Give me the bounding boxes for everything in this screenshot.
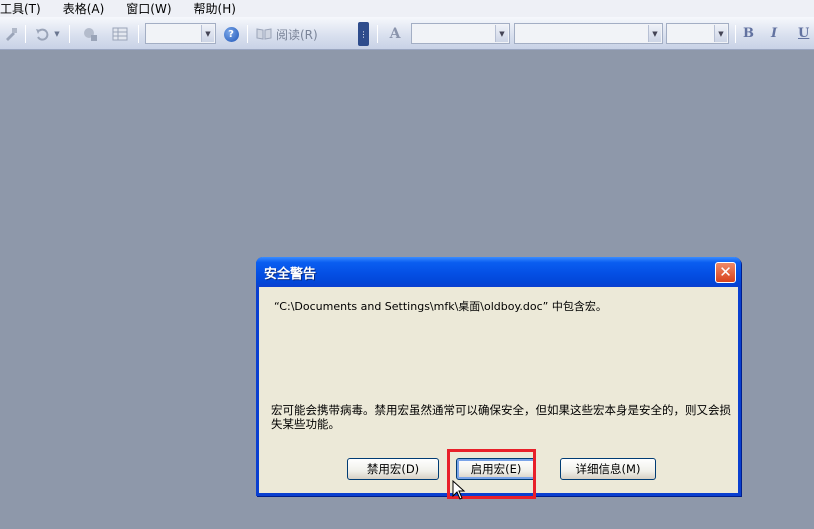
macro-risk-message: 宏可能会携带病毒。禁用宏虽然通常可以确保安全，但如果这些宏本身是安全的，则又会损… (271, 403, 731, 431)
menu-tools[interactable]: 工具(T) (0, 2, 41, 16)
disable-macros-button[interactable]: 禁用宏(D) (347, 458, 439, 480)
details-button[interactable]: 详细信息(M) (560, 458, 656, 480)
italic-button[interactable]: I (771, 26, 777, 41)
menu-window[interactable]: 窗口(W) (126, 2, 171, 16)
toolbar-separator (138, 25, 139, 43)
toolbar-separator (247, 25, 248, 43)
style-combo[interactable]: ▼ (411, 23, 510, 44)
chevron-down-icon[interactable]: ▼ (495, 25, 508, 42)
chevron-down-icon[interactable]: ▼ (201, 25, 214, 42)
macro-file-message: “C:\Documents and Settings\mfk\桌面\oldboy… (274, 300, 607, 313)
insert-picture-icon[interactable] (80, 24, 100, 44)
menu-table[interactable]: 表格(A) (63, 2, 105, 16)
help-button[interactable]: ? (221, 24, 241, 44)
toolbar-separator (25, 25, 26, 43)
style-icon[interactable]: A (384, 24, 406, 44)
bold-button[interactable]: B (743, 26, 754, 41)
zoom-combo[interactable]: ▼ (145, 23, 216, 44)
menu-bar: 工具(T) 表格(A) 窗口(W) 帮助(H) (0, 0, 814, 17)
undo-dropdown-icon[interactable]: ▼ (52, 24, 62, 44)
table-icon[interactable] (110, 24, 130, 44)
dialog-title: 安全警告 (264, 266, 317, 282)
close-button[interactable]: ✕ (715, 262, 736, 283)
toolbar: ▼ ▼ ? 阅读(R) ⋮ A ▼ ▼ ▼ B I U (0, 17, 814, 50)
close-icon: ✕ (719, 263, 732, 281)
menu-help[interactable]: 帮助(H) (194, 2, 236, 16)
read-button[interactable]: 阅读(R) (256, 24, 332, 44)
toolbar-separator (735, 25, 736, 43)
book-icon (256, 28, 272, 40)
toolbar-separator (377, 25, 378, 43)
underline-button[interactable]: U (798, 26, 809, 41)
format-painter-icon[interactable] (2, 24, 20, 44)
toolbar-options-icon[interactable]: ⋮ (358, 22, 369, 46)
chevron-down-icon[interactable]: ▼ (648, 25, 661, 42)
chevron-down-icon[interactable]: ▼ (714, 25, 727, 42)
font-size-combo[interactable]: ▼ (666, 23, 729, 44)
undo-icon[interactable] (33, 24, 51, 44)
dialog-titlebar[interactable]: 安全警告 ✕ (256, 257, 741, 287)
font-combo[interactable]: ▼ (514, 23, 663, 44)
help-icon: ? (223, 26, 239, 42)
read-label: 阅读(R) (276, 27, 318, 42)
toolbar-separator (69, 25, 70, 43)
mouse-cursor-icon (452, 480, 466, 500)
